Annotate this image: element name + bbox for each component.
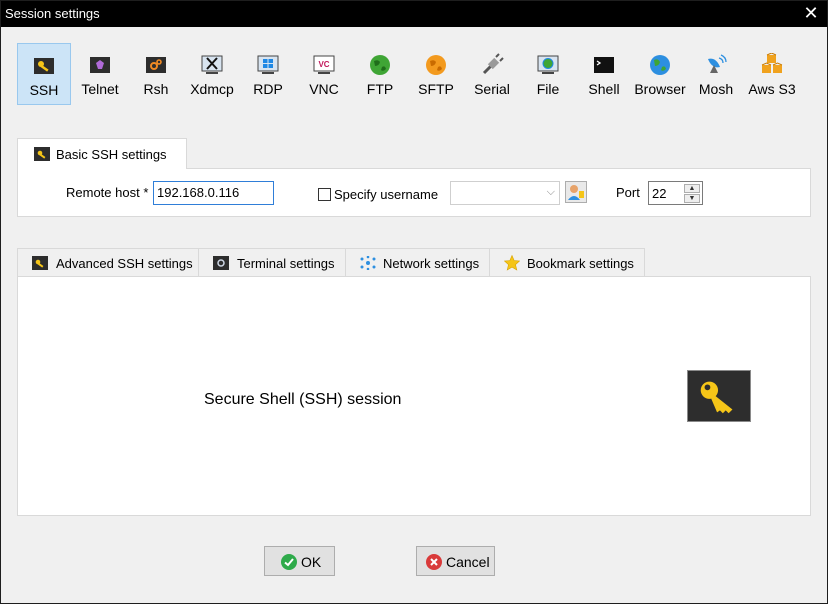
specify-username-checkbox[interactable] (318, 188, 331, 201)
svg-text:VC: VC (318, 60, 329, 69)
tab-bookmark-settings[interactable]: Bookmark settings (489, 248, 645, 277)
ssh-key-large-icon (687, 370, 751, 422)
xdmcp-icon (201, 55, 223, 74)
session-type-rdp[interactable]: RDP (241, 43, 295, 105)
chevron-down-icon: ⌵ (546, 186, 555, 198)
remote-host-label: Remote host * (66, 185, 149, 200)
session-type-label: SFTP (418, 81, 454, 97)
spin-up-icon[interactable]: ▲ (684, 184, 700, 193)
session-type-label: SSH (29, 82, 59, 98)
session-type-xdmcp[interactable]: Xdmcp (185, 43, 239, 105)
check-circle-icon (281, 554, 297, 570)
session-type-label: Serial (474, 81, 510, 97)
terminal-settings-icon (213, 256, 229, 270)
spin-down-icon[interactable]: ▼ (684, 194, 700, 203)
tab-advanced-ssh-settings[interactable]: Advanced SSH settings (17, 248, 199, 277)
username-combobox[interactable]: ⌵ (450, 181, 560, 205)
ftp-globe-icon (370, 55, 390, 75)
aws-s3-cubes-icon (761, 53, 783, 73)
key-icon (32, 256, 48, 270)
session-type-label: Telnet (81, 81, 119, 97)
session-type-file[interactable]: File (521, 43, 575, 105)
vnc-icon: VC (313, 55, 335, 74)
session-type-label: Browser (634, 81, 686, 97)
star-icon (504, 255, 520, 271)
sftp-icon (426, 55, 446, 75)
session-type-label: RDP (253, 81, 283, 97)
tab-label: Basic SSH settings (56, 147, 167, 162)
key-icon (700, 381, 733, 414)
session-type-serial[interactable]: Serial (465, 43, 519, 105)
file-monitor-icon (537, 55, 559, 74)
session-type-label: FTP (366, 81, 394, 97)
ok-label: OK (301, 554, 322, 570)
session-type-rsh[interactable]: Rsh (129, 43, 183, 105)
session-type-label: Rsh (143, 81, 169, 97)
session-type-label: Aws S3 (748, 81, 796, 97)
telnet-icon (90, 57, 110, 73)
session-type-ftp[interactable]: FTP (353, 43, 407, 105)
session-type-label: VNC (309, 81, 339, 97)
remote-host-input[interactable]: 192.168.0.116 (153, 181, 274, 205)
session-type-vnc[interactable]: VC VNC (297, 43, 351, 105)
mosh-satellite-icon (708, 54, 727, 73)
session-type-shell[interactable]: Shell (577, 43, 631, 105)
session-type-sftp[interactable]: SFTP (409, 43, 463, 105)
session-type-label: Xdmcp (190, 81, 234, 97)
session-type-label: File (536, 81, 560, 97)
tab-label: Network settings (383, 256, 480, 271)
serial-plug-icon (482, 53, 504, 75)
user-icon (568, 185, 584, 200)
session-type-mosh[interactable]: Mosh (689, 43, 743, 105)
user-manager-button[interactable] (565, 181, 587, 203)
tab-label: Terminal settings (237, 256, 335, 271)
session-type-aws-s3[interactable]: Aws S3 (745, 43, 799, 105)
cancel-button[interactable]: Cancel (416, 546, 495, 576)
close-icon[interactable]: ✕ (801, 3, 821, 23)
cancel-label: Cancel (446, 554, 490, 570)
window-title: Session settings (5, 6, 100, 21)
cancel-circle-icon (426, 554, 442, 570)
ok-button[interactable]: OK (264, 546, 335, 576)
rsh-icon (146, 57, 166, 73)
key-icon (34, 147, 50, 161)
browser-globe-icon (650, 55, 670, 75)
port-label: Port (616, 185, 640, 200)
session-type-label: Shell (588, 81, 620, 97)
session-type-telnet[interactable]: Telnet (73, 43, 127, 105)
tab-network-settings[interactable]: Network settings (345, 248, 490, 277)
rdp-windows-icon (257, 55, 279, 74)
tab-terminal-settings[interactable]: Terminal settings (198, 248, 346, 277)
port-spinbox[interactable]: 22 ▲ ▼ (648, 181, 703, 205)
session-type-label: Mosh (698, 81, 734, 97)
session-settings-dialog: Session settings ✕ SSH Telnet Rsh Xdmcp … (0, 0, 828, 604)
specify-username-label: Specify username (334, 187, 439, 202)
tab-label: Bookmark settings (527, 256, 634, 271)
ssh-key-icon (34, 58, 54, 74)
shell-terminal-icon (594, 57, 614, 73)
network-icon (360, 256, 376, 270)
session-type-bar: SSH Telnet Rsh Xdmcp RDP VC VNC FTP SFTP (17, 43, 817, 105)
session-description: Secure Shell (SSH) session (204, 391, 402, 408)
tab-label: Advanced SSH settings (56, 256, 193, 271)
session-type-browser[interactable]: Browser (633, 43, 687, 105)
port-value: 22 (652, 186, 667, 201)
title-bar: Session settings ✕ (1, 1, 827, 27)
tab-basic-ssh-settings[interactable]: Basic SSH settings (17, 138, 187, 169)
session-type-ssh[interactable]: SSH (17, 43, 71, 105)
